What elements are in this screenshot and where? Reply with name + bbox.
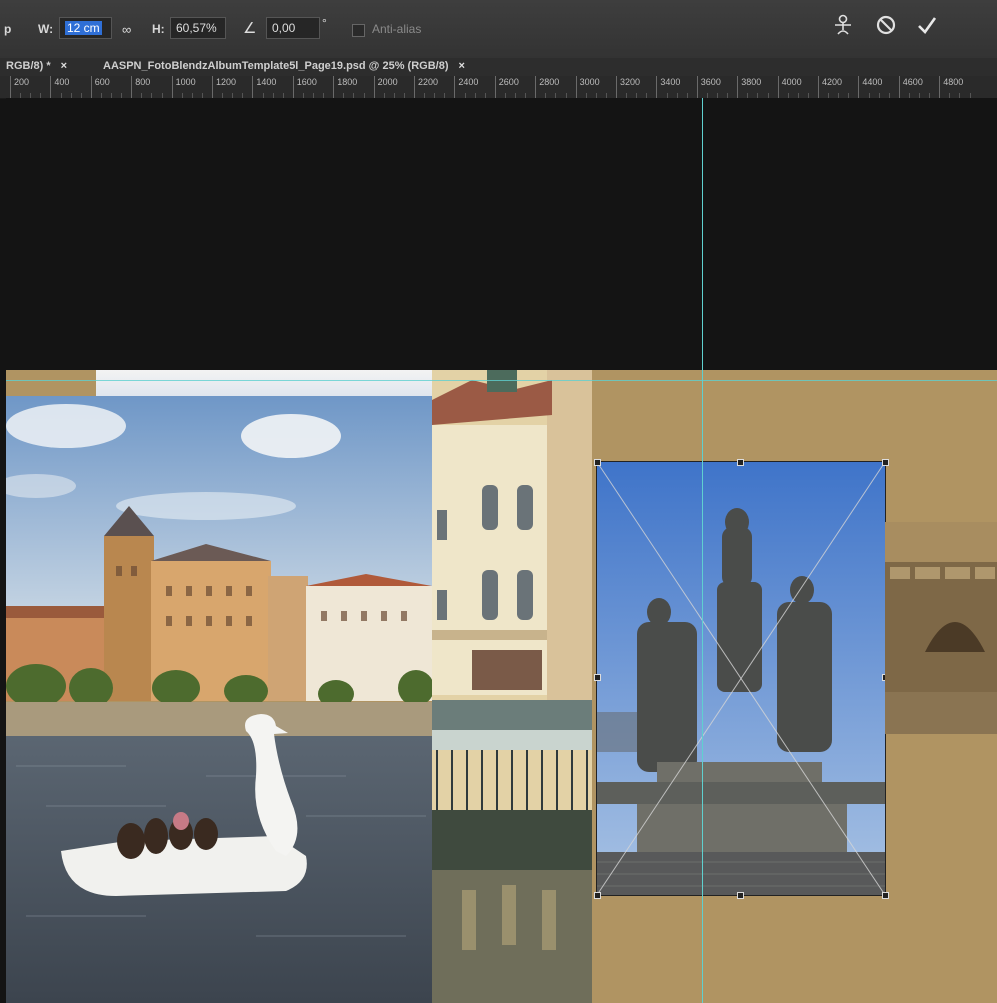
width-value: 12 cm: [65, 21, 102, 35]
document-tabs: RGB/8) * × AASPN_FotoBlendzAlbumTemplate5…: [0, 58, 997, 77]
tab-label: AASPN_FotoBlendzAlbumTemplate5l_Page19.p…: [103, 60, 449, 72]
width-field[interactable]: 12 cm: [59, 17, 112, 39]
close-icon[interactable]: ×: [458, 60, 464, 72]
horizontal-ruler[interactable]: 200 400 600 800 1000 1200 1400 1600 1800 2000 2200…: [0, 76, 997, 99]
link-icon[interactable]: ∞: [122, 22, 131, 37]
angle-icon: ∠: [243, 20, 257, 37]
angle-field[interactable]: 0,00: [266, 17, 320, 39]
photo-strip-top: [96, 370, 432, 396]
photo-sepia-bridge[interactable]: [885, 522, 997, 734]
transform-handle[interactable]: [882, 459, 889, 466]
transform-handle[interactable]: [594, 674, 601, 681]
transform-handle[interactable]: [882, 892, 889, 899]
height-label: H:: [152, 22, 165, 36]
commit-icon[interactable]: [914, 14, 940, 40]
options-bar: p W: 12 cm ∞ H: 60,57% ∠ 0,00 ° Anti-ali…: [0, 0, 997, 59]
vertical-guide[interactable]: [702, 98, 703, 1003]
warp-icon[interactable]: [830, 14, 856, 40]
close-icon[interactable]: ×: [61, 60, 67, 72]
photo-building[interactable]: [432, 370, 592, 1003]
tab-document-2[interactable]: AASPN_FotoBlendzAlbumTemplate5l_Page19.p…: [103, 60, 465, 72]
height-field[interactable]: 60,57%: [170, 17, 226, 39]
horizontal-guide[interactable]: [6, 380, 997, 381]
tool-indicator: p: [4, 22, 12, 36]
transform-handle[interactable]: [594, 892, 601, 899]
tab-document-1[interactable]: RGB/8) * ×: [6, 60, 67, 72]
paper-strip: [6, 370, 96, 395]
photo-statue-selected[interactable]: [597, 462, 885, 895]
cancel-icon[interactable]: [873, 14, 899, 40]
transform-handle[interactable]: [594, 459, 601, 466]
angle-unit: °: [322, 16, 327, 30]
tab-label: RGB/8) *: [6, 60, 51, 72]
pasteboard: [6, 98, 997, 370]
photo-swan-boat[interactable]: [6, 396, 432, 1003]
antialias-label: Anti-alias: [372, 22, 422, 36]
transform-handle[interactable]: [737, 459, 744, 466]
document-canvas[interactable]: [6, 370, 997, 1003]
transform-handle[interactable]: [737, 892, 744, 899]
antialias-checkbox[interactable]: [352, 24, 365, 37]
width-label: W:: [38, 22, 54, 36]
